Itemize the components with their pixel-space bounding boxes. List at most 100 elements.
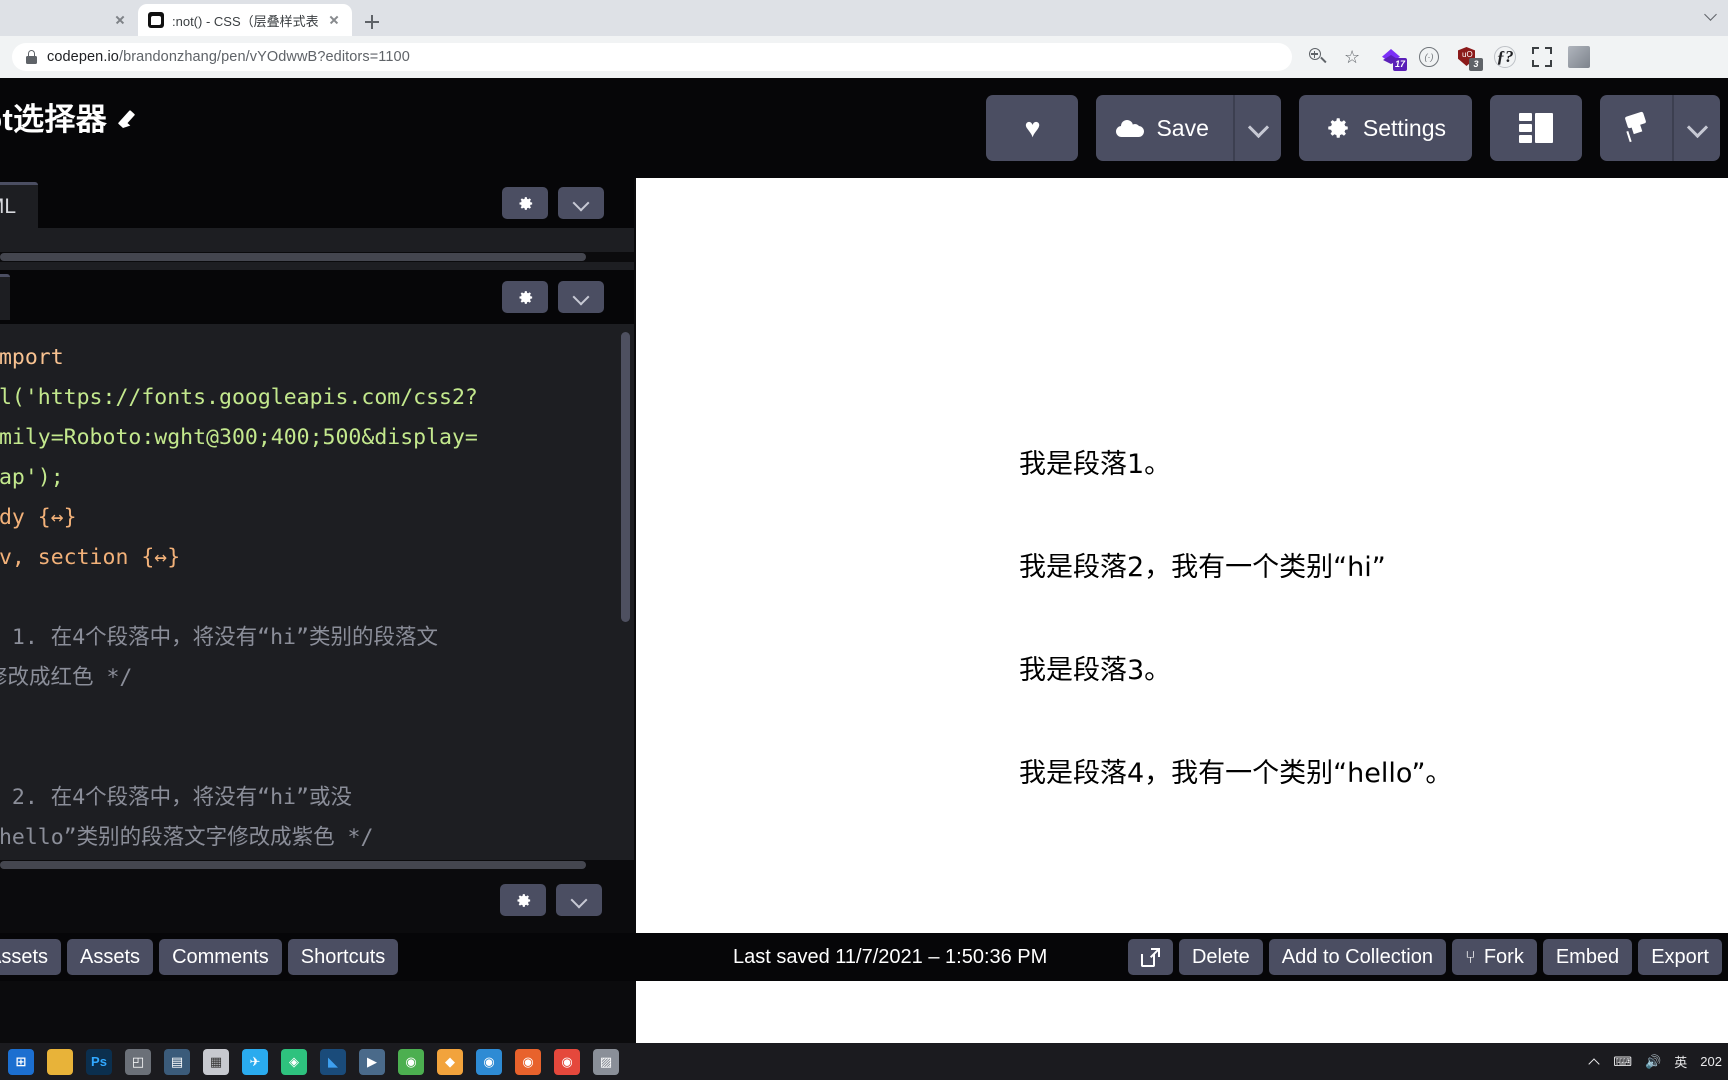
css-hscrollbar[interactable] [0, 860, 634, 870]
omnibox-bar: codepen.io/brandonzhang/pen/vYOdwwB?edit… [0, 36, 1728, 78]
footer-left-buttons: Assets Assets Comments Shortcuts [0, 939, 398, 975]
tray-date[interactable]: 202 [1700, 1054, 1722, 1069]
last-saved-text: Last saved 11/7/2021 – 1:50:36 PM [733, 946, 1047, 969]
edge-icon[interactable]: ◉ [476, 1049, 502, 1075]
css-settings-button[interactable] [502, 281, 548, 313]
tray-expand-icon[interactable] [1588, 1056, 1600, 1068]
tab-title: :not() - CSS（层叠样式表） | M [172, 11, 318, 30]
layout-icon [1519, 113, 1553, 143]
compass-icon[interactable]: ◈ [281, 1049, 307, 1075]
zoom-icon[interactable] [1308, 47, 1328, 67]
capture-icon[interactable]: ◰ [125, 1049, 151, 1075]
close-icon[interactable] [326, 12, 342, 28]
css-editor-pane: S import rl('https://fonts.googleapis.co… [0, 270, 634, 870]
footer-button-0[interactable]: Assets [0, 939, 61, 975]
browser-tab-2[interactable]: :not() - CSS（层叠样式表） | M [138, 4, 352, 36]
footer-button-assets[interactable]: Assets [67, 939, 153, 975]
fork-button[interactable]: ⑂ Fork [1452, 939, 1537, 975]
settings-button[interactable]: Settings [1299, 95, 1472, 161]
edit-pencil-icon[interactable] [119, 106, 141, 128]
js-collapse-button[interactable] [556, 884, 602, 916]
browser-tab-1[interactable] [0, 4, 138, 36]
pen-author[interactable]: rand [0, 145, 141, 166]
telegram-icon[interactable]: ✈ [242, 1049, 268, 1075]
css-code-area[interactable]: import rl('https://fonts.googleapis.com/… [0, 324, 634, 870]
address-bar[interactable]: codepen.io/brandonzhang/pen/vYOdwwB?edit… [12, 43, 1292, 71]
js-settings-button[interactable] [500, 884, 546, 916]
footer-button-shortcuts[interactable]: Shortcuts [288, 939, 398, 975]
fork-icon: ⑂ [1465, 947, 1476, 968]
notes-icon[interactable]: ▦ [203, 1049, 229, 1075]
ublock-origin-extension-icon[interactable]: uO 3 [1456, 46, 1478, 68]
embed-button[interactable]: Embed [1543, 939, 1632, 975]
js-editor-tabbar [0, 870, 634, 926]
heart-icon: ♥ [1024, 115, 1040, 142]
chrome-icon[interactable]: ◉ [554, 1049, 580, 1075]
footer-right-buttons: Delete Add to Collection ⑂ Fork Embed Ex… [1128, 939, 1722, 975]
layout-toggle-button[interactable] [1490, 95, 1582, 161]
html-editor-tools [502, 187, 604, 219]
css-collapse-button[interactable] [558, 281, 604, 313]
purple-diamond-extension-icon[interactable]: 17 [1380, 46, 1402, 68]
media-icon[interactable]: ▶ [359, 1049, 385, 1075]
tabstrip: :not() - CSS（层叠样式表） | M [0, 0, 1728, 36]
bookmark-star-icon[interactable]: ☆ [1344, 47, 1364, 67]
tray-language[interactable]: 英 [1674, 1052, 1687, 1071]
browser-chrome: :not() - CSS（层叠样式表） | M [0, 0, 1728, 36]
delete-button[interactable]: Delete [1179, 939, 1263, 975]
save-dropdown-button[interactable] [1233, 95, 1281, 161]
external-link-icon [1141, 948, 1160, 967]
tab-html[interactable]: TML [0, 182, 38, 228]
code-line: * 2. 在4个段落中，将没有“hi”或没 [0, 785, 352, 810]
code-line: “hello”类别的段落文字修改成紫色 */ [0, 825, 373, 850]
preview-content: 我是段落1。 我是段落2，我有一个类别“hi” 我是段落3。 我是段落4，我有一… [636, 178, 1728, 790]
keyboard-icon[interactable]: ⌨ [1613, 1054, 1632, 1070]
firefox-icon[interactable]: ◉ [515, 1049, 541, 1075]
photoshop-icon[interactable]: Ps [86, 1049, 112, 1075]
taskbar-icons: ⊞ Ps ◰ ▤ ▦ ✈ ◈ ◣ ▶ ◉ ◆ ◉ ◉ ◉ ▨ [8, 1049, 619, 1075]
profile-avatar[interactable] [1568, 46, 1590, 68]
open-external-button[interactable] [1128, 939, 1173, 975]
editor-column: TML S [0, 178, 634, 968]
preview-pane[interactable]: 我是段落1。 我是段落2，我有一个类别“hi” 我是段落3。 我是段落4，我有一… [636, 178, 1728, 1063]
crop-capture-extension-icon[interactable] [1532, 47, 1552, 67]
app-icon[interactable]: ▤ [164, 1049, 190, 1075]
new-tab-button[interactable] [358, 8, 386, 36]
css-editor-tools [502, 281, 604, 313]
code-line: wap'); [0, 465, 64, 490]
chevron-down-icon [1249, 119, 1267, 137]
font-question-extension-icon[interactable]: ƒ? [1494, 46, 1516, 68]
html-collapse-button[interactable] [558, 187, 604, 219]
like-button[interactable]: ♥ [986, 95, 1078, 161]
js-editor-tools [500, 884, 602, 916]
code-line: amily=Roboto:wght@300;400;500&display= [0, 425, 478, 450]
chevron-down-icon[interactable] [1704, 6, 1718, 20]
add-to-collection-button[interactable]: Add to Collection [1269, 939, 1446, 975]
circle-extension-icon[interactable]: (·) [1418, 46, 1440, 68]
footer-button-comments[interactable]: Comments [159, 939, 282, 975]
export-button[interactable]: Export [1638, 939, 1722, 975]
pin-dropdown-button[interactable] [1672, 95, 1720, 161]
html-hscrollbar[interactable] [0, 252, 634, 262]
html-editor-tabbar: TML [0, 178, 634, 228]
chrome-alt-icon[interactable]: ◉ [398, 1049, 424, 1075]
snip-icon[interactable]: ▨ [593, 1049, 619, 1075]
tab-css[interactable]: S [0, 274, 10, 320]
html-settings-button[interactable] [502, 187, 548, 219]
screen: :not() - CSS（层叠样式表） | M codepen.io/brand… [0, 0, 1728, 1080]
chevron-down-icon [574, 290, 589, 305]
pin-button[interactable] [1600, 95, 1672, 161]
gear-icon [516, 194, 535, 213]
html-code-area[interactable] [0, 228, 634, 270]
css-vscrollbar-thumb[interactable] [621, 332, 630, 622]
chevron-down-icon [572, 893, 587, 908]
save-button[interactable]: Save [1096, 95, 1232, 161]
close-icon[interactable] [112, 12, 128, 28]
start-icon[interactable]: ⊞ [8, 1049, 34, 1075]
css-source[interactable]: import rl('https://fonts.googleapis.com/… [0, 324, 634, 870]
vscode-icon[interactable]: ◣ [320, 1049, 346, 1075]
settings-button-label: Settings [1363, 115, 1446, 142]
files-icon[interactable] [47, 1049, 73, 1075]
volume-icon[interactable]: 🔊 [1645, 1054, 1661, 1070]
sketch-icon[interactable]: ◆ [437, 1049, 463, 1075]
